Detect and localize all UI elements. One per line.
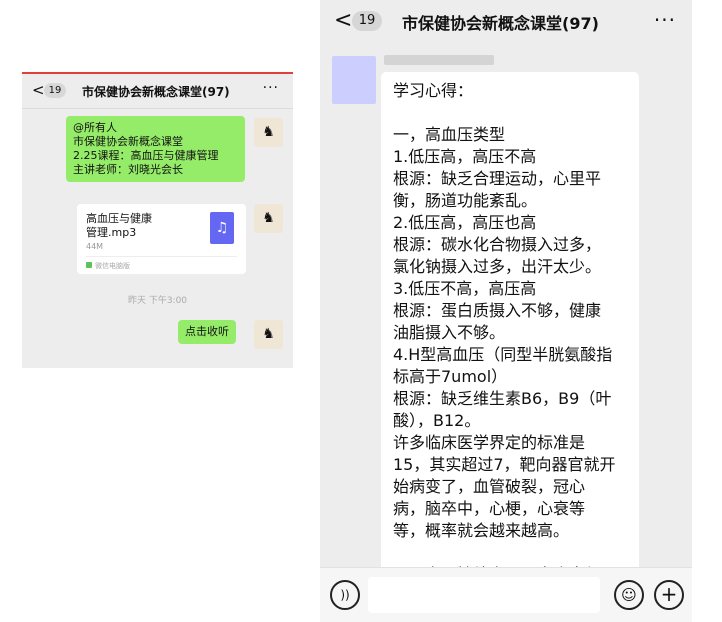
message-line: 1.低压高，高压不高 — [393, 147, 537, 166]
message-line: 病，脑卒中，心梗，心衰等 — [393, 499, 586, 518]
message-line: 2.25课程：高血压与健康管理 — [73, 149, 219, 162]
message-line: @所有人 — [73, 121, 117, 134]
message-line: 一，高血压类型 — [393, 125, 506, 144]
music-file-icon: ♫ — [210, 212, 234, 244]
avatar[interactable] — [332, 56, 376, 104]
message-line: 氯化钠摄入过多，出汗太少。 — [393, 257, 602, 276]
message-line: 根源：缺乏合理运动，心里平 — [393, 169, 602, 188]
avatar[interactable]: ♞ — [254, 204, 283, 233]
right-chat-screen: < 19 市保健协会新概念课堂(97) ··· 学习心得： 一，高血压类型 1.低压… — [320, 0, 692, 622]
left-chat-screen: < 19 市保健协会新概念课堂(97) ··· @所有人 市保健协会新概念课堂 … — [22, 72, 293, 368]
chat-title: 市保健协会新概念课堂(97) — [82, 85, 230, 99]
message-bubble-listen[interactable]: 点击收听 — [178, 320, 236, 344]
divider — [86, 256, 237, 257]
message-bubble-announcement[interactable]: @所有人 市保健协会新概念课堂 2.25课程：高血压与健康管理 主讲老师：刘晓光… — [66, 116, 245, 182]
message-line: 3.低压不高，高压高 — [393, 279, 537, 298]
file-message[interactable]: 高血压与健康 管理.mp3 44M ♫ 微信电脑版 — [77, 204, 246, 274]
message-line: 主讲老师：刘晓光会长 — [73, 163, 183, 176]
more-icon[interactable]: ··· — [263, 80, 279, 96]
voice-icon[interactable]: )) — [330, 580, 360, 610]
file-name-line: 高血压与健康 — [86, 212, 152, 225]
back-icon[interactable]: < — [32, 82, 45, 98]
more-icon[interactable]: ··· — [654, 8, 676, 32]
message-line: 4.H型高血压（同型半胱氨酸指 — [393, 345, 613, 364]
back-icon[interactable]: < — [334, 9, 352, 33]
message-bubble-notes[interactable]: 学习心得： 一，高血压类型 1.低压高，高压不高根源：缺乏合理运动，心里平 衡，肠道功… — [381, 72, 639, 606]
chat-header: < 19 市保健协会新概念课堂(97) ··· — [320, 0, 692, 44]
unread-badge: 19 — [44, 83, 66, 98]
message-input[interactable] — [368, 577, 600, 613]
emoji-icon[interactable]: ☺ — [614, 580, 644, 610]
message-line: 2.低压高，高压也高 — [393, 213, 537, 232]
message-line: 根源：缺乏维生素B6，B9（叶 — [393, 389, 612, 408]
plus-icon[interactable]: + — [654, 580, 684, 610]
message-text: 学习心得： 一，高血压类型 1.低压高，高压不高根源：缺乏合理运动，心里平 衡，肠道功… — [393, 80, 631, 608]
sender-name-blurred — [384, 55, 494, 65]
avatar[interactable]: ♞ — [254, 320, 283, 349]
timestamp: 昨天 下午3:00 — [127, 296, 188, 306]
unread-badge: 19 — [352, 11, 382, 31]
file-source: 微信电脑版 — [86, 261, 130, 271]
message-line: 市保健协会新概念课堂 — [73, 135, 183, 148]
message-line — [393, 102, 631, 124]
message-line: 始病变了，血管破裂，冠心 — [393, 477, 586, 496]
message-line — [393, 542, 631, 564]
message-line: 等，概率就会越来越高。 — [393, 521, 570, 540]
file-source-label: 微信电脑版 — [95, 262, 130, 270]
message-line: 15，其实超过7，靶向器官就开 — [393, 455, 616, 474]
input-bar: )) ☺ + — [320, 567, 692, 622]
message-line: 根源：蛋白质摄入不够，健康 — [393, 301, 602, 320]
avatar[interactable]: ♞ — [254, 118, 283, 147]
message-line: 根源：碳水化合物摄入过多， — [393, 235, 602, 254]
message-line: 酸），B12。 — [393, 411, 481, 430]
message-line: 标高于7umol） — [393, 367, 508, 386]
file-size: 44M — [86, 242, 104, 251]
wechat-icon — [86, 262, 92, 268]
file-name-line: 管理.mp3 — [86, 226, 137, 239]
message-line: 油脂摄入不够。 — [393, 323, 506, 342]
file-name: 高血压与健康 管理.mp3 — [86, 212, 186, 240]
message-line: 衡，肠道功能紊乱。 — [393, 191, 538, 210]
chat-header: < 19 市保健协会新概念课堂(97) ··· — [22, 74, 293, 109]
message-line: 许多临床医学界定的标准是 — [393, 433, 586, 452]
message-line: 学习心得： — [393, 81, 474, 100]
chat-title: 市保健协会新概念课堂(97) — [402, 14, 599, 33]
